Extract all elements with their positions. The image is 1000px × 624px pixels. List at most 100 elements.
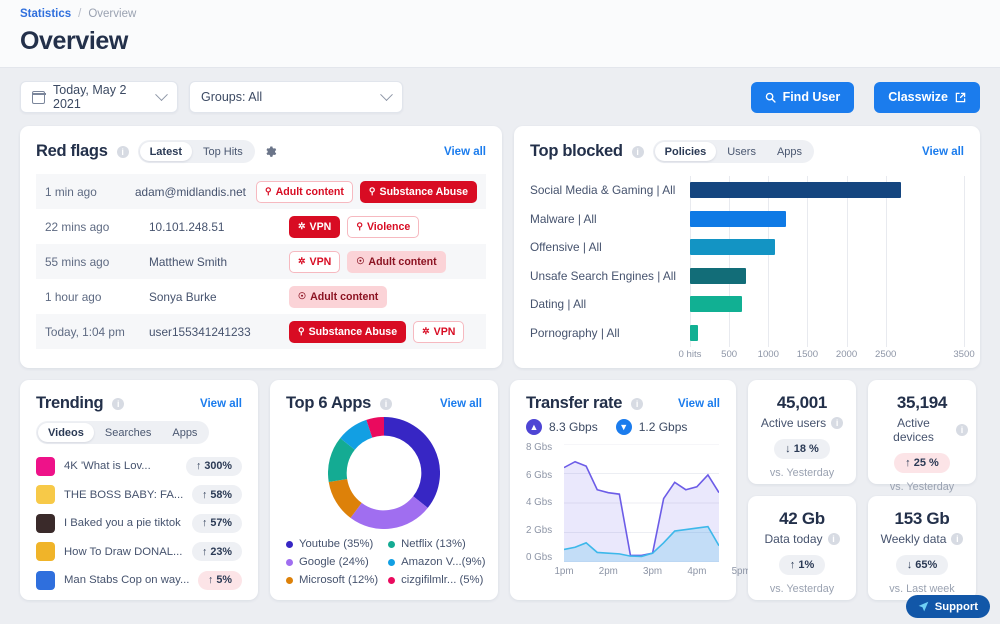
legend-item: Microsoft (12%): [286, 574, 378, 586]
flag-time: 1 min ago: [45, 185, 135, 199]
trending-view-all[interactable]: View all: [200, 398, 242, 410]
status-badge[interactable]: ✲VPN: [289, 216, 340, 238]
bar-fill[interactable]: [690, 296, 742, 312]
status-badge[interactable]: ⚲Substance Abuse: [360, 181, 477, 203]
classwize-button[interactable]: Classwize: [874, 82, 980, 113]
table-row[interactable]: 1 hour ago Sonya Burke ☉Adult content: [36, 279, 486, 314]
tab-apps[interactable]: Apps: [767, 142, 812, 161]
donut-chart: [328, 417, 440, 529]
bar-fill[interactable]: [690, 182, 901, 198]
stat-comparison-note: vs. Yesterday: [756, 583, 848, 595]
support-button[interactable]: Support: [906, 595, 990, 618]
list-item[interactable]: Man Stabs Cop on way... ↑ 5%: [36, 566, 242, 595]
info-icon[interactable]: i: [951, 533, 963, 545]
calendar-icon: [32, 91, 45, 104]
red-flags-title: Red flags: [36, 142, 108, 161]
status-badge[interactable]: ✲VPN: [413, 321, 464, 343]
stats-grid: 45,001 Active usersi ↓ 18 % vs. Yesterda…: [748, 380, 976, 600]
donut-segment[interactable]: [384, 426, 431, 502]
info-icon[interactable]: i: [117, 146, 129, 158]
legend-item: Amazon V...(9%): [388, 556, 485, 568]
info-icon[interactable]: i: [828, 533, 840, 545]
breadcrumb: Statistics / Overview: [20, 8, 1000, 20]
red-flags-tabs: LatestTop Hits: [138, 140, 255, 163]
info-icon[interactable]: i: [632, 146, 644, 158]
top-blocked-view-all[interactable]: View all: [922, 146, 964, 158]
bar-row: Offensive | All: [530, 233, 964, 262]
gear-icon[interactable]: [264, 145, 278, 159]
red-flags-view-all[interactable]: View all: [444, 146, 486, 158]
status-badge[interactable]: ☉Adult content: [289, 286, 387, 308]
find-user-button[interactable]: Find User: [751, 82, 855, 113]
bar-track: [690, 233, 964, 262]
info-icon[interactable]: i: [956, 424, 968, 436]
top-blocked-title: Top blocked: [530, 142, 623, 161]
list-item[interactable]: How To Draw DONAL... ↑ 23%: [36, 538, 242, 567]
table-row[interactable]: 22 mins ago 10.101.248.51 ✲VPN⚲Violence: [36, 209, 486, 244]
trend-delta-badge: ↑ 5%: [198, 571, 242, 590]
table-row[interactable]: 55 mins ago Matthew Smith ✲VPN☉Adult con…: [36, 244, 486, 279]
list-item[interactable]: 4K 'What is Lov... ↑ 300%: [36, 452, 242, 481]
globe-icon: ☉: [298, 291, 306, 302]
bar-fill[interactable]: [690, 325, 698, 341]
top-apps-view-all[interactable]: View all: [440, 398, 482, 410]
stat-card: 153 Gb Weekly datai ↓ 65% vs. Last week: [868, 496, 976, 600]
donut-segment[interactable]: [337, 444, 347, 481]
tab-policies[interactable]: Policies: [655, 142, 717, 161]
transfer-rate-view-all[interactable]: View all: [678, 398, 720, 410]
top-blocked-header: Top blocked i PoliciesUsersApps View all: [530, 140, 964, 163]
transfer-rate-y-axis: 8 Gbs6 Gbs4 Gbs2 Gbs0 Gbs: [526, 444, 564, 562]
tab-searches[interactable]: Searches: [95, 423, 161, 442]
status-badge[interactable]: ⚲Violence: [347, 216, 419, 238]
bar-fill[interactable]: [690, 211, 786, 227]
red-flags-card: Red flags i LatestTop Hits View all 1 mi…: [20, 126, 502, 368]
tab-top-hits[interactable]: Top Hits: [193, 142, 253, 161]
thumbnail-icon: [36, 542, 55, 561]
bar-fill[interactable]: [690, 239, 775, 255]
table-row[interactable]: 1 min ago adam@midlandis.net ⚲Adult cont…: [36, 174, 486, 209]
top-apps-legend: Youtube (35%)Netflix (13%)Google (24%)Am…: [286, 538, 482, 586]
list-item[interactable]: I Baked you a pie tiktok ↑ 57%: [36, 509, 242, 538]
stat-comparison-note: vs. Yesterday: [876, 481, 968, 493]
top-blocked-x-axis: 0 hits50010001500200025003500: [690, 349, 964, 365]
flag-user: Matthew Smith: [149, 255, 289, 269]
x-tick-label: 1pm: [554, 566, 573, 577]
info-icon[interactable]: i: [631, 398, 643, 410]
support-label: Support: [935, 601, 978, 613]
breadcrumb-statistics[interactable]: Statistics: [20, 8, 71, 20]
transfer-rate-title: Transfer rate: [526, 394, 622, 413]
legend-color-dot: [388, 541, 395, 548]
classwize-label: Classwize: [888, 90, 948, 104]
status-badge[interactable]: ⚲Substance Abuse: [289, 321, 406, 343]
groups-dropdown[interactable]: Groups: All: [189, 81, 403, 113]
donut-segment[interactable]: [356, 502, 420, 520]
tab-videos[interactable]: Videos: [38, 423, 94, 442]
donut-segment[interactable]: [348, 429, 370, 444]
stat-label: Weekly datai: [876, 532, 968, 546]
x-tick-label: 500: [721, 349, 737, 360]
flag-user: adam@midlandis.net: [135, 185, 256, 199]
info-icon[interactable]: i: [831, 417, 843, 429]
donut-segment[interactable]: [369, 426, 384, 428]
thumbnail-icon: [36, 514, 55, 533]
send-icon: [918, 601, 929, 612]
info-icon[interactable]: i: [112, 398, 124, 410]
status-badge[interactable]: ☉Adult content: [347, 251, 445, 273]
tab-latest[interactable]: Latest: [140, 142, 192, 161]
tab-apps[interactable]: Apps: [162, 423, 207, 442]
table-row[interactable]: Today, 1:04 pm user155341241233 ⚲Substan…: [36, 314, 486, 349]
status-badge[interactable]: ✲VPN: [289, 251, 340, 273]
stat-label: Data todayi: [756, 532, 848, 546]
bar-fill[interactable]: [690, 268, 746, 284]
info-icon[interactable]: i: [380, 398, 392, 410]
status-badge[interactable]: ⚲Adult content: [256, 181, 353, 203]
legend-item: cizgifilmlr... (5%): [388, 574, 485, 586]
date-range-dropdown[interactable]: Today, May 2 2021: [20, 81, 178, 113]
trending-name: How To Draw DONAL...: [64, 546, 183, 558]
x-tick-label: 2500: [875, 349, 896, 360]
donut-segment[interactable]: [338, 480, 356, 510]
tab-users[interactable]: Users: [717, 142, 766, 161]
bar-label: Pornography | All: [530, 326, 690, 340]
list-item[interactable]: THE BOSS BABY: FA... ↑ 58%: [36, 481, 242, 510]
stat-delta-badge: ↑ 25 %: [894, 453, 950, 473]
